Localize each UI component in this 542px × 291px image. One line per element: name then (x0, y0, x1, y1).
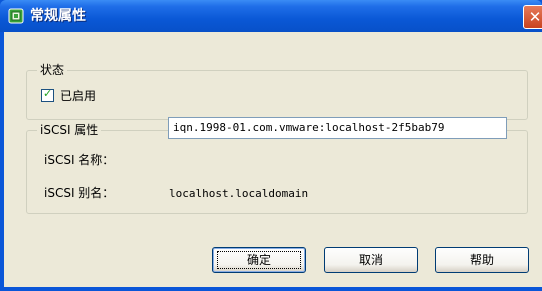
title-bar[interactable]: 常规属性 ✕ (0, 0, 542, 32)
cancel-button[interactable]: 取消 (324, 247, 418, 273)
iscsi-alias-label: iSCSI 别名： (44, 186, 115, 200)
dialog-window: 常规属性 ✕ 状态 ✓ 已启用 iSCSI 属性 iSCSI 名称： iSCSI… (0, 0, 542, 291)
iscsi-name-input[interactable] (168, 117, 507, 139)
close-button[interactable]: ✕ (523, 5, 542, 29)
properties-icon (8, 8, 24, 24)
iscsi-group-legend: iSCSI 属性 (37, 123, 102, 137)
window-border-bottom (0, 287, 542, 291)
status-group: 状态 ✓ 已启用 (26, 63, 528, 120)
enabled-checkbox-row[interactable]: ✓ 已启用 (41, 87, 96, 103)
iscsi-group: iSCSI 属性 (26, 123, 528, 214)
iscsi-alias-value: localhost.localdomain (169, 187, 309, 200)
enabled-checkbox-label: 已启用 (60, 88, 97, 103)
close-icon: ✕ (528, 8, 542, 26)
check-mark-icon: ✓ (43, 86, 53, 100)
ok-button[interactable]: 确定 (212, 247, 306, 273)
cancel-button-label: 取消 (358, 253, 383, 267)
help-button[interactable]: 帮助 (435, 247, 529, 273)
window-title: 常规属性 (30, 8, 86, 24)
help-button-label: 帮助 (469, 253, 494, 267)
enabled-checkbox[interactable]: ✓ (41, 86, 54, 102)
dialog-body: 状态 ✓ 已启用 iSCSI 属性 iSCSI 名称： iSCSI 别名： lo… (4, 32, 542, 287)
ok-button-label: 确定 (246, 253, 271, 267)
status-group-legend: 状态 (37, 63, 68, 77)
iscsi-name-label: iSCSI 名称： (44, 153, 115, 167)
